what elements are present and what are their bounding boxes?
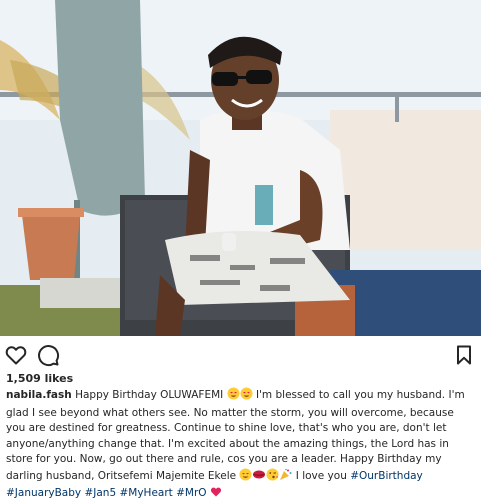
wink-kiss-emoji-icon	[266, 468, 279, 487]
heart-eyes-emoji-icon	[240, 387, 253, 406]
heart-eyes-emoji-icon	[227, 387, 240, 406]
caption-username[interactable]: nabila.fash	[6, 389, 72, 401]
caption-text-3: I love you	[295, 469, 347, 482]
red-heart-emoji-icon	[210, 486, 222, 504]
heart-eyes-emoji-icon	[239, 468, 252, 487]
hashtag-link[interactable]: #OurBirthday	[350, 470, 423, 482]
lips-kiss-emoji-icon	[252, 468, 266, 487]
post-photo[interactable]	[0, 0, 481, 336]
post-photo-illustration	[0, 0, 481, 336]
bookmark-icon[interactable]	[452, 343, 476, 367]
hashtag-link[interactable]: #MrO	[176, 487, 206, 499]
instagram-post: 1,509 likes nabila.fash Happy Birthday O…	[0, 0, 481, 499]
caption-text-1: Happy Birthday OLUWAFEMI	[75, 389, 224, 401]
hashtag-link[interactable]: #MyHeart	[119, 487, 172, 499]
hashtag-link[interactable]: #JanuaryBaby	[6, 487, 81, 499]
heart-outline-icon[interactable]	[4, 343, 28, 367]
party-popper-emoji-icon	[279, 468, 292, 487]
comment-bubble-icon[interactable]	[36, 343, 60, 367]
hashtag-link[interactable]: #Jan5	[84, 487, 116, 499]
action-bar	[0, 340, 481, 370]
post-caption: nabila.fash Happy Birthday OLUWAFEMI I'm…	[6, 387, 476, 504]
likes-count[interactable]: 1,509 likes	[6, 372, 73, 385]
